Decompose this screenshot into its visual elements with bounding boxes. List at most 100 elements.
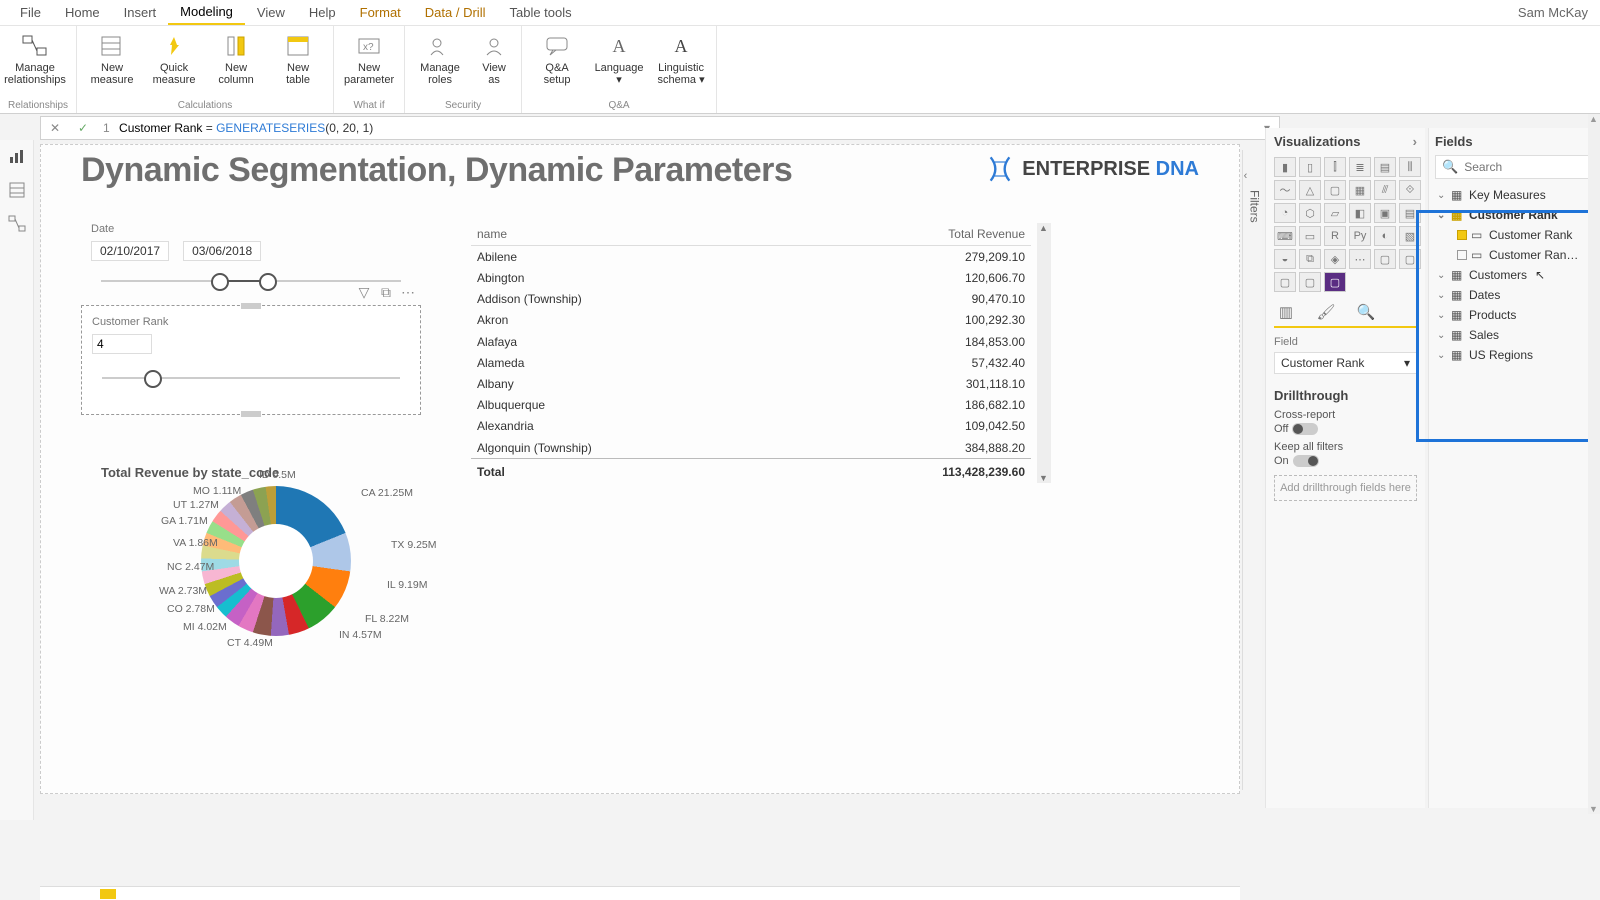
field-customer-rank[interactable]: ▭Customer Rank xyxy=(1435,225,1594,245)
table-customer-rank[interactable]: ⌄▦Customer Rank xyxy=(1435,205,1594,225)
viz-type-button[interactable]: ▭ xyxy=(1299,226,1321,246)
formula-text[interactable]: 1 Customer Rank = GENERATESERIES(0, 20, … xyxy=(97,121,1255,135)
manage-relationships-button[interactable]: Manage relationships xyxy=(8,30,62,86)
viz-type-button[interactable]: ▢ xyxy=(1324,180,1346,200)
viz-type-button[interactable]: ◐ xyxy=(1374,226,1396,246)
manage-roles-button[interactable]: Manage roles xyxy=(413,30,467,86)
menu-format[interactable]: Format xyxy=(348,1,413,24)
viz-type-button[interactable]: ▢ xyxy=(1399,249,1421,269)
table-header-revenue[interactable]: Total Revenue xyxy=(791,223,1031,246)
search-input[interactable] xyxy=(1464,160,1600,174)
rank-slicer-visual[interactable]: ▽ ⧉ ⋯ Customer Rank xyxy=(81,305,421,415)
new-parameter-button[interactable]: x?New parameter xyxy=(342,30,396,86)
viz-type-button[interactable]: ≣ xyxy=(1349,157,1371,177)
menu-help[interactable]: Help xyxy=(297,1,348,24)
filters-pane-collapsed[interactable]: ‹ Filters xyxy=(1242,150,1262,790)
formula-commit-button[interactable]: ✓ xyxy=(69,121,97,135)
viz-type-button[interactable]: ⌨ xyxy=(1274,226,1296,246)
menu-insert[interactable]: Insert xyxy=(112,1,169,24)
viz-type-button[interactable]: ▧ xyxy=(1399,226,1421,246)
table-customers[interactable]: ⌄▦Customers↖ xyxy=(1435,265,1594,285)
menu-home[interactable]: Home xyxy=(53,1,112,24)
table-row[interactable]: Alexandria109,042.50 xyxy=(471,416,1031,437)
table-row[interactable]: Alafaya184,853.00 xyxy=(471,331,1031,352)
quick-measure-button[interactable]: Quick measure xyxy=(147,30,201,86)
viz-type-button[interactable]: ▤ xyxy=(1374,157,1396,177)
date-from-input[interactable]: 02/10/2017 xyxy=(91,241,169,261)
fields-tab-icon[interactable]: ▥ xyxy=(1274,302,1298,322)
table-row[interactable]: Alameda57,432.40 xyxy=(471,352,1031,373)
rank-slider[interactable] xyxy=(92,368,410,388)
viz-type-button[interactable]: ▦ xyxy=(1349,180,1371,200)
viz-type-button[interactable]: 〜 xyxy=(1274,180,1296,200)
field-customer-rank-2[interactable]: ▭Customer Ran… xyxy=(1435,245,1594,265)
viz-type-button[interactable]: ▣ xyxy=(1374,203,1396,223)
date-slicer[interactable]: Date 02/10/2017 03/06/2018 xyxy=(91,223,411,291)
chevron-down-icon[interactable]: ▾ xyxy=(1404,356,1410,370)
table-sales[interactable]: ⌄▦Sales xyxy=(1435,325,1594,345)
table-row[interactable]: Akron100,292.30 xyxy=(471,310,1031,331)
menu-modeling[interactable]: Modeling xyxy=(168,0,245,25)
menu-view[interactable]: View xyxy=(245,1,297,24)
viz-type-button[interactable]: ▢ xyxy=(1299,272,1321,292)
window-scrollbar[interactable] xyxy=(1588,114,1600,814)
viz-type-button[interactable]: ⬡ xyxy=(1299,203,1321,223)
table-row[interactable]: Addison (Township)90,470.10 xyxy=(471,289,1031,310)
collapse-pane-icon[interactable]: › xyxy=(1413,134,1417,149)
menu-table-tools[interactable]: Table tools xyxy=(497,1,583,24)
report-view-button[interactable] xyxy=(5,144,29,168)
rank-value-input[interactable] xyxy=(92,334,152,354)
menu-file[interactable]: File xyxy=(8,1,53,24)
viz-type-button[interactable]: Py xyxy=(1349,226,1371,246)
table-dates[interactable]: ⌄▦Dates xyxy=(1435,285,1594,305)
viz-type-button[interactable]: ⫼ xyxy=(1399,157,1421,177)
viz-type-button[interactable]: ⫿ xyxy=(1324,157,1346,177)
format-tab-icon[interactable]: 🖌 xyxy=(1314,302,1338,322)
new-column-button[interactable]: New column xyxy=(209,30,263,86)
viz-type-button[interactable]: ◒ xyxy=(1274,249,1296,269)
cross-report-toggle[interactable]: Off xyxy=(1274,423,1417,435)
viz-type-button[interactable]: ◈ xyxy=(1324,249,1346,269)
slider-handle[interactable] xyxy=(144,370,162,388)
table-key-measures[interactable]: ⌄▦Key Measures xyxy=(1435,185,1594,205)
viz-type-button[interactable]: ▤ xyxy=(1399,203,1421,223)
model-view-button[interactable] xyxy=(5,212,29,236)
slider-handle-left[interactable] xyxy=(211,273,229,291)
viz-type-button[interactable]: ▢ xyxy=(1274,272,1296,292)
focus-mode-icon[interactable]: ⧉ xyxy=(378,284,394,300)
viz-type-button[interactable]: R xyxy=(1324,226,1346,246)
date-to-input[interactable]: 03/06/2018 xyxy=(183,241,261,261)
linguistic-schema-button[interactable]: ALinguistic schema ▾ xyxy=(654,30,708,86)
viz-type-button[interactable]: ▯ xyxy=(1299,157,1321,177)
table-row[interactable]: Algonquin (Township)384,888.20 xyxy=(471,437,1031,459)
table-products[interactable]: ⌄▦Products xyxy=(1435,305,1594,325)
viz-type-button[interactable]: ▢ xyxy=(1324,272,1346,292)
fields-search[interactable]: 🔍 xyxy=(1435,155,1594,179)
language-button[interactable]: ALanguage ▾ xyxy=(592,30,646,86)
slider-handle-right[interactable] xyxy=(259,273,277,291)
table-row[interactable]: Albany301,118.10 xyxy=(471,373,1031,394)
table-us-regions[interactable]: ⌄▦US Regions xyxy=(1435,345,1594,365)
revenue-table-visual[interactable]: name Total Revenue Abilene279,209.10Abin… xyxy=(471,223,1061,483)
viz-type-button[interactable]: △ xyxy=(1299,180,1321,200)
chevron-left-icon[interactable]: ‹ xyxy=(1244,170,1248,182)
resize-grip-bottom[interactable] xyxy=(241,411,261,417)
page-tabs[interactable] xyxy=(40,886,1240,900)
page-tab-active[interactable] xyxy=(100,889,116,899)
viz-type-button[interactable]: ▮ xyxy=(1274,157,1296,177)
table-row[interactable]: Albuquerque186,682.10 xyxy=(471,395,1031,416)
qa-setup-button[interactable]: Q&A setup xyxy=(530,30,584,86)
checkbox-icon[interactable] xyxy=(1457,230,1467,240)
viz-type-button[interactable]: ▢ xyxy=(1374,249,1396,269)
table-row[interactable]: Abilene279,209.10 xyxy=(471,246,1031,268)
data-view-button[interactable] xyxy=(5,178,29,202)
resize-grip-top[interactable] xyxy=(241,303,261,309)
table-row[interactable]: Abington120,606.70 xyxy=(471,267,1031,288)
donut-chart-visual[interactable]: Total Revenue by state_code CA 21.25M TX… xyxy=(101,465,461,636)
field-well-value[interactable]: Customer Rank▾ xyxy=(1274,352,1417,374)
formula-bar[interactable]: ✕ ✓ 1 Customer Rank = GENERATESERIES(0, … xyxy=(40,116,1280,140)
checkbox-icon[interactable] xyxy=(1457,250,1467,260)
viz-type-button[interactable]: ◔ xyxy=(1274,203,1296,223)
view-as-button[interactable]: View as xyxy=(475,30,513,86)
new-table-button[interactable]: New table xyxy=(271,30,325,86)
